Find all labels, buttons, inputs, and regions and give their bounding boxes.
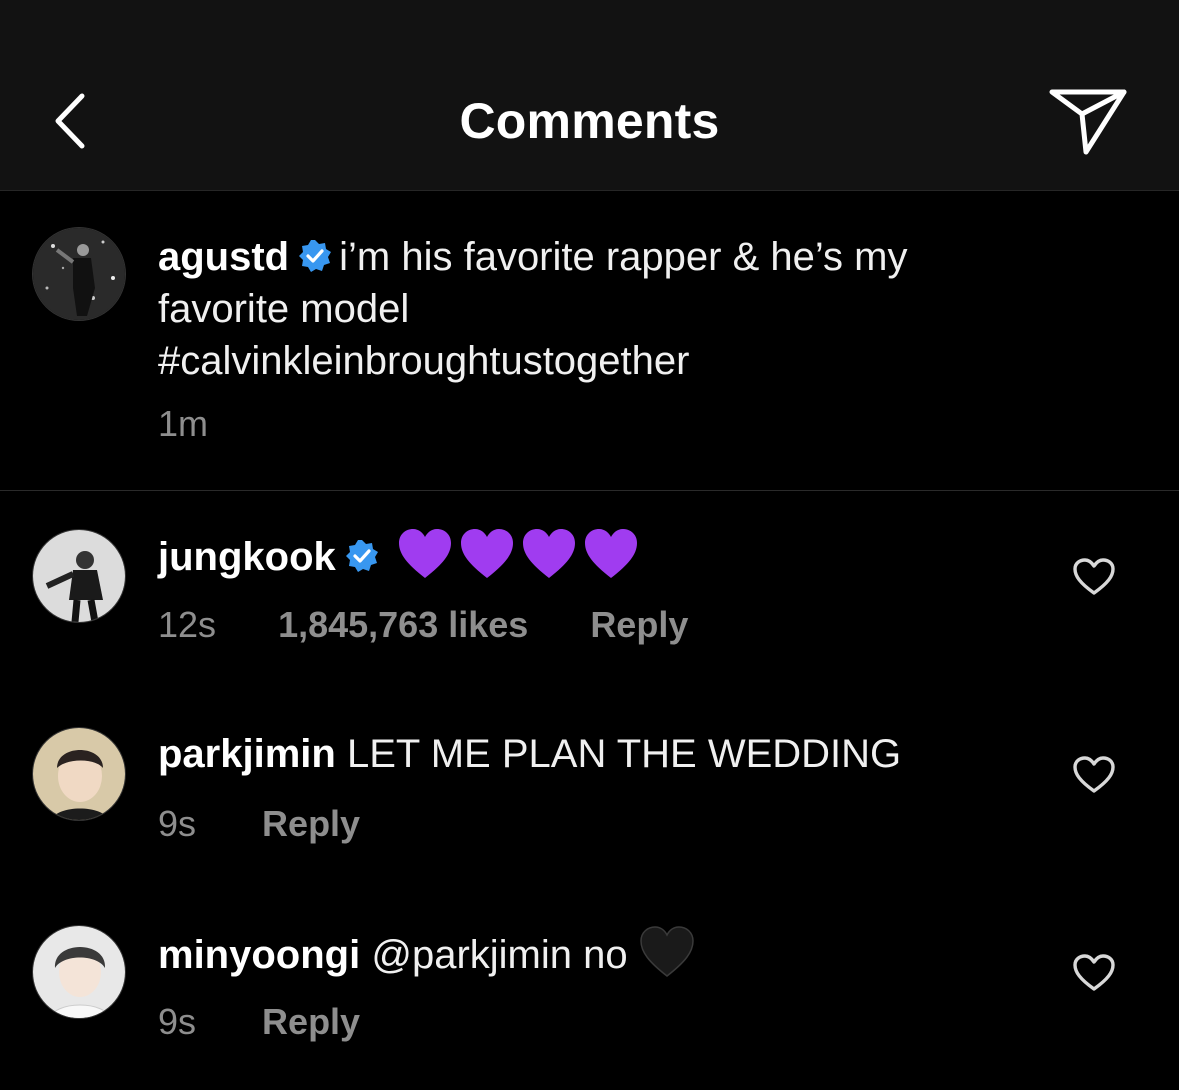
share-button[interactable]	[1046, 84, 1130, 158]
avatar[interactable]	[32, 925, 126, 1019]
verified-badge-icon	[345, 540, 378, 572]
black-heart-icon	[639, 926, 694, 977]
page-title: Comments	[459, 93, 720, 149]
avatar-jungkook	[33, 530, 125, 622]
paper-plane-icon	[1049, 89, 1127, 155]
reply-button[interactable]: Reply	[262, 1001, 360, 1043]
caption-timestamp: 1m	[158, 403, 209, 444]
post-caption: agustd i’m his favorite rapper & he’s my…	[0, 191, 1179, 491]
caption-text-continued: favorite model	[158, 287, 410, 331]
comment-timestamp: 9s	[158, 803, 197, 844]
comment-text: @parkjimin no	[371, 933, 628, 977]
like-heart-icon[interactable]	[1072, 755, 1116, 795]
reply-button[interactable]: Reply	[590, 604, 688, 646]
comment-username[interactable]: minyoongi	[158, 933, 360, 977]
comment-username[interactable]: parkjimin	[158, 732, 336, 776]
caption-username[interactable]: agustd	[158, 235, 289, 279]
comment-timestamp: 12s	[158, 604, 217, 645]
avatar-parkjimin	[33, 728, 125, 820]
header-bar: Comments	[0, 0, 1179, 191]
likes-count[interactable]: 1,845,763 likes	[278, 604, 528, 646]
like-heart-icon[interactable]	[1072, 953, 1116, 993]
purple-heart-icon	[460, 529, 513, 578]
avatar[interactable]	[32, 529, 126, 623]
avatar[interactable]	[32, 227, 126, 321]
avatar-minyoongi	[33, 926, 125, 1018]
avatar[interactable]	[32, 727, 126, 821]
purple-heart-icon	[584, 529, 637, 578]
comment-username[interactable]: jungkook	[158, 535, 336, 579]
avatar-agustd	[33, 228, 125, 320]
reply-button[interactable]: Reply	[262, 803, 360, 845]
comment-text: LET ME PLAN THE WEDDING	[346, 732, 902, 776]
caption-hashtag[interactable]: #calvinkleinbroughtustogether	[158, 339, 689, 383]
verified-badge-icon	[299, 240, 332, 272]
caption-text: i’m his favorite rapper & he’s my	[339, 235, 908, 279]
purple-heart-icon	[522, 529, 575, 578]
like-heart-icon[interactable]	[1072, 557, 1116, 597]
comment-timestamp: 9s	[158, 1001, 197, 1042]
purple-heart-icon	[398, 529, 451, 578]
